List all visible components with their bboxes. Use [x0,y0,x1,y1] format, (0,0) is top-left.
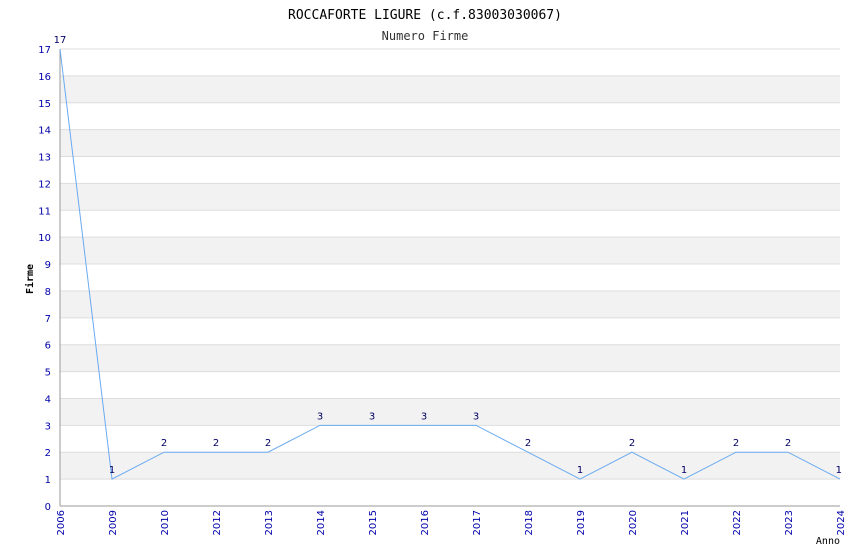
chart-title: ROCCAFORTE LIGURE (c.f.83003030067) [288,8,562,23]
y-tick-label: 0 [45,502,51,513]
data-label: 1 [109,465,115,476]
y-tick-label: 17 [38,45,51,56]
x-tick-label: 2012 [212,510,223,535]
y-tick-label: 2 [45,448,51,459]
plot-background-bands [60,49,840,506]
y-tick-label: 6 [45,341,51,352]
x-tick-label: 2010 [160,510,171,535]
x-tick-label: 2014 [316,510,327,535]
x-tick-label: 2009 [108,510,119,535]
y-tick-label: 15 [38,99,51,110]
y-tick-label: 14 [38,126,51,137]
grid-band [60,102,840,130]
grid-band [60,344,840,372]
data-label: 1 [836,465,842,476]
y-tick-label: 11 [38,206,51,217]
grid-band [60,317,840,345]
data-label: 2 [525,438,531,449]
y-tick-label: 10 [38,233,51,244]
grid-band [60,75,840,103]
data-label: 1 [577,465,583,476]
y-tick-label: 13 [38,153,51,164]
data-label: 3 [369,411,375,422]
y-tick-label: 5 [45,368,51,379]
grid-band [60,371,840,399]
x-tick-label: 2023 [784,510,795,535]
y-tick-label: 1 [45,475,51,486]
chart-subtitle: Numero Firme [382,29,469,43]
x-tick-labels: 2006 2009 2010 2012 2013 2014 2015 2016 2017 2018… [56,510,847,535]
grid-band [60,49,840,76]
data-label: 2 [629,438,635,449]
grid-band [60,264,840,291]
x-tick-label: 2006 [56,510,67,535]
x-tick-label: 2016 [420,510,431,535]
x-tick-label: 2018 [524,510,535,535]
y-tick-label: 12 [38,179,51,190]
data-label: 2 [785,438,791,449]
grid-band [60,479,840,506]
data-label: 1 [681,465,687,476]
y-tick-label: 9 [45,260,51,271]
grid-band [60,290,840,318]
x-tick-label: 2022 [732,510,743,535]
data-label: 17 [54,35,67,46]
grid-band [60,237,840,265]
grid-band [60,183,840,211]
data-label: 2 [265,438,271,449]
x-tick-label: 2019 [576,510,587,535]
x-tick-label: 2024 [836,510,847,535]
y-tick-label: 3 [45,421,51,432]
grid-band [60,398,840,426]
data-label: 3 [317,411,323,422]
data-label: 3 [421,411,427,422]
y-tick-label: 4 [45,394,51,405]
grid-band [60,156,840,184]
grid-band [60,210,840,238]
y-tick-labels: 01234567891011121314151617 [38,45,51,513]
y-tick-label: 16 [38,72,51,83]
x-tick-label: 2021 [680,510,691,535]
y-axis-title: Firme [24,264,36,294]
y-tick-label: 8 [45,287,51,298]
grid-band [60,129,840,157]
data-label: 3 [473,411,479,422]
x-tick-label: 2015 [368,510,379,535]
line-chart: 01234567891011121314151617 2006 2009 2010 2… [24,8,847,547]
x-tick-label: 2013 [264,510,275,535]
data-label: 2 [733,438,739,449]
grid-band [60,425,840,453]
data-label: 2 [161,438,167,449]
x-tick-label: 2020 [628,510,639,535]
y-tick-label: 7 [45,314,51,325]
grid-band [60,452,840,480]
data-label: 2 [213,438,219,449]
x-axis-title: Anno [816,536,840,547]
x-tick-label: 2017 [472,510,483,535]
